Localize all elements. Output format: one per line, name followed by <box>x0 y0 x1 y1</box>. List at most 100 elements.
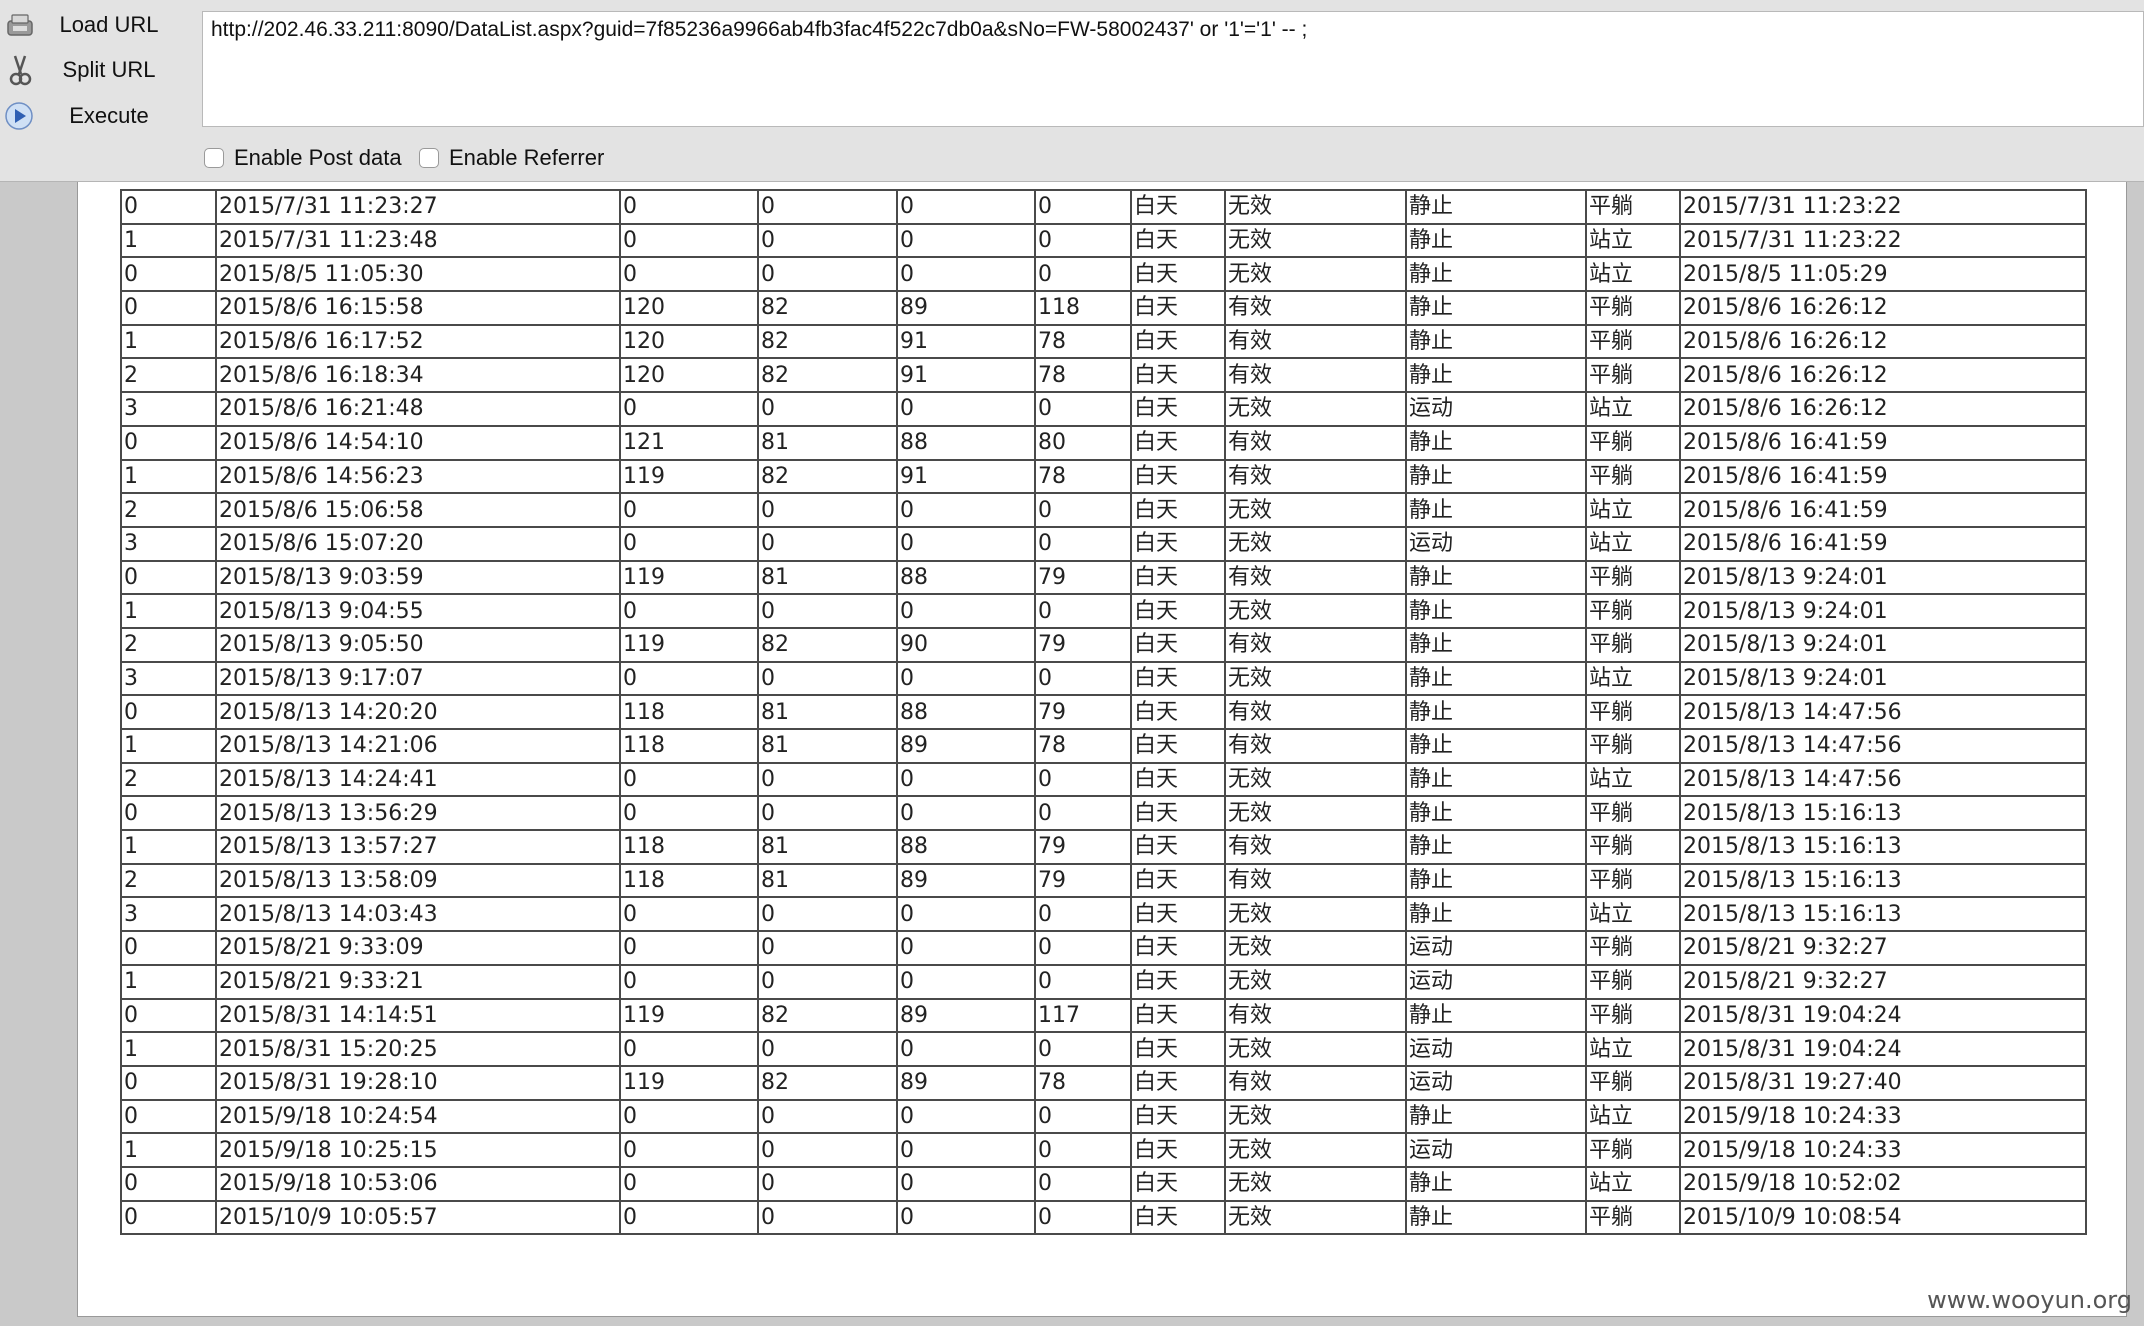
execute-button[interactable]: Execute <box>0 94 200 138</box>
table-cell: 0 <box>120 694 217 730</box>
table-cell: 运动 <box>1405 1132 1587 1168</box>
table-cell: 0 <box>120 997 217 1034</box>
load-url-button[interactable]: Load URL <box>0 3 200 47</box>
table-cell: 2015/8/6 16:21:48 <box>215 391 621 427</box>
table-cell: 静止 <box>1405 795 1587 832</box>
table-cell: 2015/8/21 9:33:09 <box>215 930 621 966</box>
table-cell: 2015/8/13 9:03:59 <box>215 559 621 596</box>
table-cell: 0 <box>1034 525 1132 562</box>
table-cell: 2015/8/6 16:26:12 <box>1679 290 2087 326</box>
enable-referrer-checkbox[interactable] <box>419 148 439 168</box>
table-cell: 0 <box>619 795 759 832</box>
table-cell: 2015/8/31 19:04:24 <box>1679 997 2087 1034</box>
table-cell: 2015/7/31 11:23:22 <box>1679 222 2087 259</box>
split-url-button[interactable]: Split URL <box>0 48 200 92</box>
table-cell: 白天 <box>1130 290 1226 326</box>
table-cell: 89 <box>896 290 1036 326</box>
table-cell: 2015/8/13 14:21:06 <box>215 728 621 764</box>
table-cell: 平躺 <box>1585 559 1681 596</box>
table-cell: 平躺 <box>1585 290 1681 326</box>
table-cell: 2015/8/13 9:24:01 <box>1679 593 2087 629</box>
table-cell: 无效 <box>1224 896 1407 933</box>
table-cell: 平躺 <box>1585 1064 1681 1101</box>
table-cell: 81 <box>757 694 898 730</box>
table-cell: 0 <box>120 1064 217 1101</box>
table-cell: 运动 <box>1405 1031 1587 1067</box>
table-cell: 2015/8/13 13:57:27 <box>215 829 621 865</box>
enable-post-option[interactable]: Enable Post data <box>204 145 402 171</box>
table-cell: 2015/8/6 16:26:12 <box>1679 323 2087 360</box>
table-cell: 78 <box>1034 728 1132 764</box>
table-cell: 2015/8/31 19:04:24 <box>1679 1031 2087 1067</box>
table-cell: 静止 <box>1405 862 1587 899</box>
table-cell: 0 <box>757 761 898 798</box>
table-cell: 0 <box>1034 391 1132 427</box>
table-cell: 118 <box>619 728 759 764</box>
table-cell: 无效 <box>1224 1199 1407 1236</box>
table-cell: 2015/8/13 9:05:50 <box>215 626 621 663</box>
table-cell: 0 <box>896 660 1036 697</box>
enable-referrer-option[interactable]: Enable Referrer <box>419 145 604 171</box>
table-cell: 2015/8/13 15:16:13 <box>1679 795 2087 832</box>
table-cell: 运动 <box>1405 930 1587 966</box>
table-cell: 白天 <box>1130 1031 1226 1067</box>
table-cell: 2015/8/21 9:33:21 <box>215 963 621 1000</box>
table-cell: 2015/9/18 10:24:33 <box>1679 1132 2087 1168</box>
table-cell: 平躺 <box>1585 930 1681 966</box>
table-row: 2 2015/8/13 13:58:09 118 81 89 79 白天 有效 静止 平躺 2015… <box>120 862 2087 899</box>
table-cell: 站立 <box>1585 1165 1681 1202</box>
table-cell: 0 <box>896 1132 1036 1168</box>
url-input[interactable]: http://202.46.33.211:8090/DataList.aspx?… <box>202 11 2144 127</box>
table-cell: 0 <box>896 963 1036 1000</box>
table-cell: 2015/8/13 9:04:55 <box>215 593 621 629</box>
table-cell: 白天 <box>1130 728 1226 764</box>
table-cell: 79 <box>1034 694 1132 730</box>
table-cell: 白天 <box>1130 492 1226 528</box>
table-cell: 0 <box>120 1165 217 1202</box>
table-cell: 79 <box>1034 559 1132 596</box>
table-cell: 2015/8/13 9:24:01 <box>1679 626 2087 663</box>
table-cell: 0 <box>1034 660 1132 697</box>
table-cell: 88 <box>896 424 1036 461</box>
table-cell: 0 <box>1034 1132 1132 1168</box>
table-cell: 1 <box>120 728 217 764</box>
table-cell: 白天 <box>1130 222 1226 259</box>
table-cell: 无效 <box>1224 1165 1407 1202</box>
table-cell: 白天 <box>1130 424 1226 461</box>
table-cell: 0 <box>1034 930 1132 966</box>
table-row: 1 2015/8/13 13:57:27 118 81 88 79 白天 有效 静止 平躺 2015… <box>120 829 2087 865</box>
table-cell: 静止 <box>1405 458 1587 495</box>
table-cell: 82 <box>757 290 898 326</box>
table-cell: 0 <box>619 1132 759 1168</box>
table-cell: 82 <box>757 357 898 394</box>
table-cell: 89 <box>896 862 1036 899</box>
table-cell: 平躺 <box>1585 997 1681 1034</box>
table-cell: 0 <box>896 761 1036 798</box>
table-cell: 3 <box>120 525 217 562</box>
table-cell: 0 <box>757 525 898 562</box>
table-cell: 静止 <box>1405 997 1587 1034</box>
table-cell: 0 <box>619 256 759 293</box>
table-cell: 无效 <box>1224 222 1407 259</box>
table-cell: 119 <box>619 626 759 663</box>
table-cell: 0 <box>619 1098 759 1135</box>
table-cell: 2015/8/13 15:16:13 <box>1679 862 2087 899</box>
table-cell: 2 <box>120 357 217 394</box>
table-cell: 2015/8/13 15:16:13 <box>1679 829 2087 865</box>
table-cell: 91 <box>896 458 1036 495</box>
table-cell: 89 <box>896 997 1036 1034</box>
table-cell: 119 <box>619 458 759 495</box>
table-cell: 2015/8/31 14:14:51 <box>215 997 621 1034</box>
enable-post-checkbox[interactable] <box>204 148 224 168</box>
table-cell: 0 <box>1034 256 1132 293</box>
table-cell: 1 <box>120 1132 217 1168</box>
table-cell: 2015/8/13 14:03:43 <box>215 896 621 933</box>
table-cell: 0 <box>896 391 1036 427</box>
table-cell: 白天 <box>1130 323 1226 360</box>
table-cell: 无效 <box>1224 525 1407 562</box>
table-row: 2 2015/8/6 15:06:58 0 0 0 0 白天 无效 静止 站立 2015/8/6 1… <box>120 492 2087 528</box>
table-cell: 0 <box>1034 761 1132 798</box>
table-cell: 0 <box>619 930 759 966</box>
table-cell: 站立 <box>1585 222 1681 259</box>
table-cell: 静止 <box>1405 829 1587 865</box>
